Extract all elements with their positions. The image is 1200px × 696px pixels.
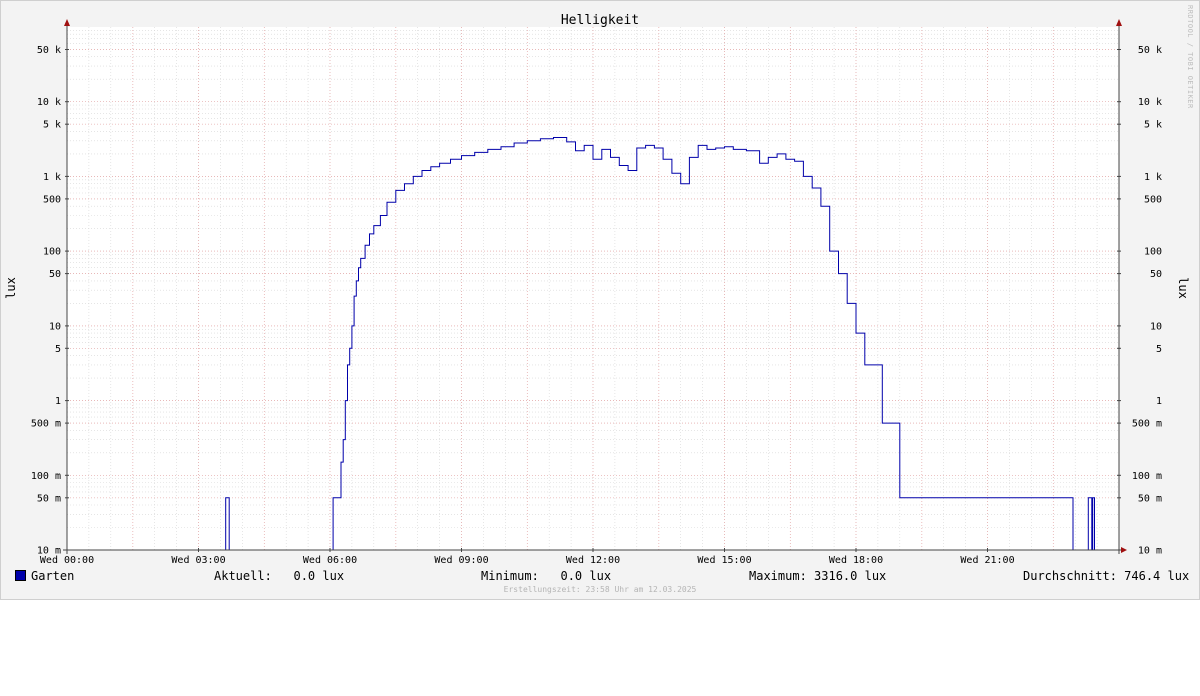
y-tick-label-left: 5 bbox=[55, 344, 61, 355]
stat-current-label: Aktuell: bbox=[214, 569, 272, 583]
legend-swatch bbox=[15, 570, 26, 581]
y-axis-arrow-left bbox=[64, 19, 70, 26]
y-tick-label-left: 10 bbox=[49, 321, 61, 332]
y-tick-label-left: 10 k bbox=[37, 97, 61, 108]
x-tick-label: Wed 18:00 bbox=[829, 555, 883, 566]
stat-minimum-label: Minimum: bbox=[481, 569, 539, 583]
y-tick-label-left: 500 bbox=[43, 194, 61, 205]
y-tick-label-left: 1 k bbox=[43, 172, 61, 183]
stat-current-value: 0.0 lux bbox=[293, 569, 345, 583]
y-tick-label-right: 50 k bbox=[1138, 45, 1162, 56]
stat-maximum-label: Maximum: bbox=[749, 569, 807, 583]
y-tick-label-right: 50 bbox=[1150, 269, 1162, 280]
y-tick-label-right: 500 m bbox=[1132, 419, 1162, 430]
x-tick-label: Wed 00:00 bbox=[40, 555, 94, 566]
y-tick-label-right: 100 m bbox=[1132, 471, 1162, 482]
x-axis-arrow bbox=[1121, 547, 1127, 553]
stat-minimum-value: 0.0 lux bbox=[560, 569, 612, 583]
legend-row: Garten Aktuell: 0.0 lux Minimum: 0.0 lux… bbox=[15, 568, 1189, 584]
y-tick-label-right: 1 k bbox=[1144, 172, 1162, 183]
y-tick-label-right: 5 bbox=[1156, 344, 1162, 355]
creation-time-footer: Erstellungszeit: 23:58 Uhr am 12.03.2025 bbox=[504, 585, 697, 594]
x-tick-label: Wed 21:00 bbox=[960, 555, 1014, 566]
y-tick-label-left: 500 m bbox=[31, 419, 61, 430]
x-ticks: Wed 00:00 Wed 03:00 Wed 06:00 Wed 09:00 Wed … bbox=[40, 548, 1015, 566]
y-tick-label-right: 50 m bbox=[1138, 493, 1162, 504]
stat-average-label: Durchschnitt: bbox=[1023, 569, 1117, 583]
y-axis-arrow-right bbox=[1116, 19, 1122, 26]
y-tick-label-left: 50 m bbox=[37, 493, 61, 504]
chart: 10 m 50 m 100 m 500 m 1 5 10 50 100 500 1 k 5 k 10 k… bbox=[4, 5, 1194, 594]
x-tick-label: Wed 06:00 bbox=[303, 555, 357, 566]
stat-maximum-value: 3316.0 lux bbox=[814, 569, 887, 583]
y-tick-label-right: 500 bbox=[1144, 194, 1162, 205]
y-tick-label-left: 1 bbox=[55, 396, 61, 407]
stat-average: Durchschnitt: 746.4 lux bbox=[1023, 568, 1189, 584]
y-tick-label-left: 50 k bbox=[37, 45, 61, 56]
y-axis-label-left: lux bbox=[4, 277, 18, 299]
y-tick-label-left: 50 bbox=[49, 269, 61, 280]
x-tick-label: Wed 12:00 bbox=[566, 555, 620, 566]
x-tick-label: Wed 03:00 bbox=[171, 555, 225, 566]
y-tick-label-left: 100 bbox=[43, 247, 61, 258]
y-axis-label-right: lux bbox=[1176, 277, 1190, 299]
stat-average-value: 746.4 lux bbox=[1124, 569, 1190, 583]
y-tick-label-right: 10 bbox=[1150, 321, 1162, 332]
graph-canvas: 10 m 50 m 100 m 500 m 1 5 10 50 100 500 1 k 5 k 10 k… bbox=[0, 0, 1200, 600]
y-tick-label-right: 100 bbox=[1144, 247, 1162, 258]
y-ticks-right: 10 m 50 m 100 m 500 m 1 5 10 50 100 500 1 k 5 k 10 k… bbox=[1117, 45, 1162, 557]
x-tick-label: Wed 09:00 bbox=[434, 555, 488, 566]
y-tick-label-left: 100 m bbox=[31, 471, 61, 482]
x-tick-label: Wed 15:00 bbox=[697, 555, 751, 566]
y-tick-label-right: 5 k bbox=[1144, 120, 1162, 131]
y-tick-label-right: 1 bbox=[1156, 396, 1162, 407]
y-tick-label-right: 10 m bbox=[1138, 546, 1162, 557]
chart-title: Helligkeit bbox=[561, 13, 639, 28]
y-tick-label-right: 10 k bbox=[1138, 97, 1162, 108]
rrdtool-watermark: RRDTOOL / TOBI OETIKER bbox=[1186, 5, 1194, 109]
y-ticks-left: 10 m50 m100 m500 m1510501005001 k5 k10 k… bbox=[31, 45, 69, 557]
legend-series-name: Garten bbox=[31, 569, 75, 583]
stat-minimum: Minimum: 0.0 lux bbox=[481, 568, 611, 584]
stat-current: Aktuell: 0.0 lux bbox=[214, 568, 344, 584]
stat-maximum: Maximum: 3316.0 lux bbox=[749, 568, 886, 584]
y-tick-label-left: 5 k bbox=[43, 120, 61, 131]
